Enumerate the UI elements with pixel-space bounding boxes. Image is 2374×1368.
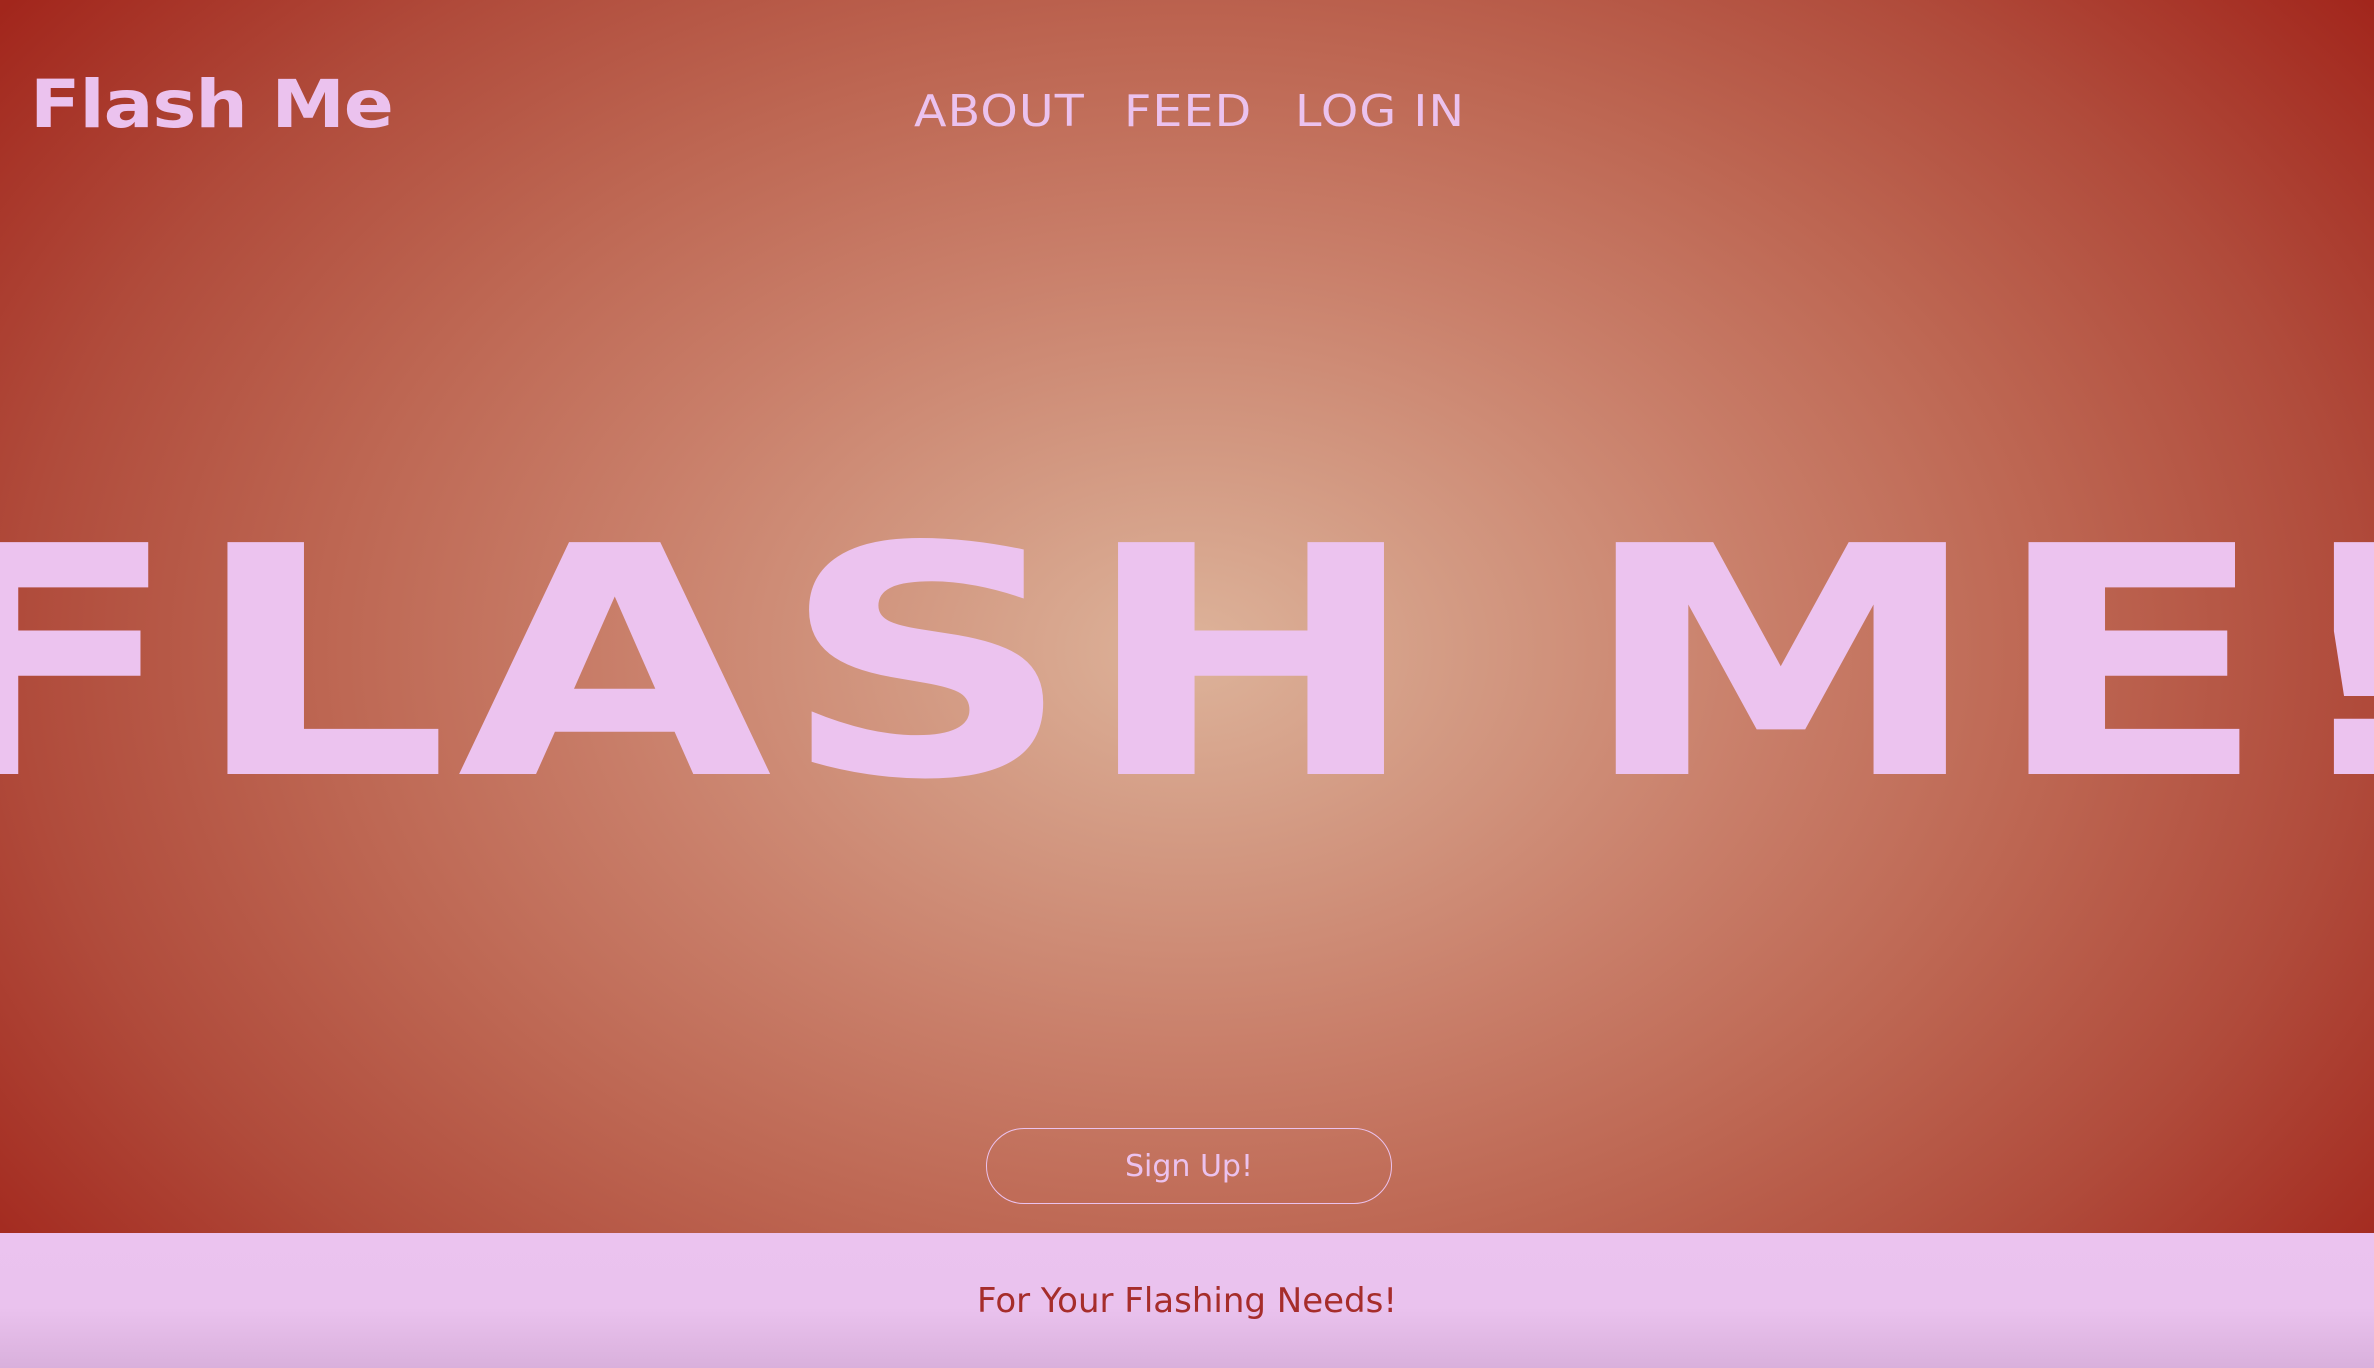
landing-page: Flash Me ABOUT FEED LOG IN FLASH ME! Sig… — [0, 0, 2374, 1368]
hero-section: Flash Me ABOUT FEED LOG IN FLASH ME! Sig… — [0, 0, 2374, 1233]
nav-feed-link[interactable]: FEED — [1124, 90, 1252, 134]
sign-up-button[interactable]: Sign Up! — [986, 1128, 1392, 1204]
site-logo[interactable]: Flash Me — [30, 72, 394, 138]
nav-about-link[interactable]: ABOUT — [914, 90, 1085, 134]
footer-tagline: For Your Flashing Needs! — [976, 1281, 1397, 1321]
main-nav: ABOUT FEED LOG IN — [914, 90, 1464, 134]
hero-headline-text: FLASH ME! — [0, 479, 2374, 849]
nav-login-link[interactable]: LOG IN — [1295, 90, 1465, 134]
hero-headline: FLASH ME! — [0, 505, 2374, 823]
